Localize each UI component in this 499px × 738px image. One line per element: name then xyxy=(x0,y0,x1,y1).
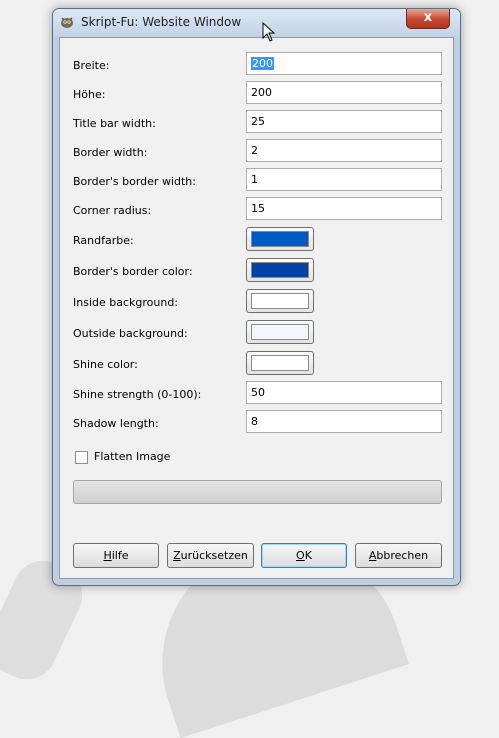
close-button[interactable]: x xyxy=(406,9,450,29)
title-bar[interactable]: Skript-Fu: Website Window x xyxy=(53,9,460,37)
cancel-label-rest: bbrechen xyxy=(376,549,429,562)
ok-label-rest: K xyxy=(304,549,312,562)
ok-button[interactable]: OK xyxy=(261,543,347,568)
shine-color-button[interactable] xyxy=(246,351,314,375)
borders-border-color-label: Border's border color: xyxy=(73,265,193,278)
title-bar-width-input[interactable]: 25 xyxy=(246,110,442,133)
title-bar-width-value: 25 xyxy=(251,115,265,128)
borders-border-width-label: Border's border width: xyxy=(73,175,196,188)
shine-strength-input[interactable]: 50 xyxy=(246,381,442,404)
reset-label-rest: urücksetzen xyxy=(180,549,248,562)
height-value: 200 xyxy=(251,86,272,99)
outside-background-button[interactable] xyxy=(246,320,314,344)
gimp-icon xyxy=(61,17,73,28)
width-label: Breite: xyxy=(73,59,110,72)
border-color-label: Randfarbe: xyxy=(73,234,134,247)
height-input[interactable]: 200 xyxy=(246,81,442,104)
dialog-content: Breite: 200 Höhe: 200 Title bar width: 2… xyxy=(59,37,454,579)
width-input[interactable]: 200 xyxy=(246,52,442,75)
shine-strength-value: 50 xyxy=(251,386,265,399)
help-button[interactable]: Hilfe xyxy=(73,543,159,568)
border-width-label: Border width: xyxy=(73,146,148,159)
inside-background-label: Inside background: xyxy=(73,296,179,309)
progress-bar xyxy=(73,480,442,504)
color-swatch xyxy=(251,324,309,340)
close-icon: x xyxy=(423,10,433,25)
width-value: 200 xyxy=(251,57,274,70)
corner-radius-label: Corner radius: xyxy=(73,204,152,217)
color-swatch xyxy=(251,231,309,247)
border-width-input[interactable]: 2 xyxy=(246,139,442,162)
color-swatch xyxy=(251,262,309,278)
flatten-image-checkbox[interactable] xyxy=(75,451,88,464)
borders-border-color-button[interactable] xyxy=(246,258,314,282)
help-label-rest: ilfe xyxy=(111,549,129,562)
flatten-image-label[interactable]: Flatten Image xyxy=(94,450,170,463)
height-label: Höhe: xyxy=(73,88,106,101)
inside-background-button[interactable] xyxy=(246,289,314,313)
help-mnemonic: H xyxy=(103,549,112,562)
dialog-window: Skript-Fu: Website Window x Breite: 200 … xyxy=(52,8,461,586)
window-title: Skript-Fu: Website Window xyxy=(81,15,242,29)
color-swatch xyxy=(251,355,309,371)
corner-radius-input[interactable]: 15 xyxy=(246,197,442,220)
shadow-length-value: 8 xyxy=(251,415,258,428)
reset-button[interactable]: Zurücksetzen xyxy=(167,543,254,568)
shadow-length-label: Shadow length: xyxy=(73,417,159,430)
shine-strength-label: Shine strength (0-100): xyxy=(73,388,202,401)
border-width-value: 2 xyxy=(251,144,258,157)
shine-color-label: Shine color: xyxy=(73,358,138,371)
cancel-button[interactable]: Abbrechen xyxy=(355,543,442,568)
title-bar-width-label: Title bar width: xyxy=(73,117,156,130)
ok-mnemonic: O xyxy=(296,549,305,562)
color-swatch xyxy=(251,293,309,309)
border-color-button[interactable] xyxy=(246,227,314,251)
mouse-cursor-icon xyxy=(262,22,276,42)
borders-border-width-value: 1 xyxy=(251,173,258,186)
corner-radius-value: 15 xyxy=(251,202,265,215)
shadow-length-input[interactable]: 8 xyxy=(246,410,442,433)
reset-mnemonic: Z xyxy=(173,549,181,562)
outside-background-label: Outside background: xyxy=(73,327,188,340)
borders-border-width-input[interactable]: 1 xyxy=(246,168,442,191)
